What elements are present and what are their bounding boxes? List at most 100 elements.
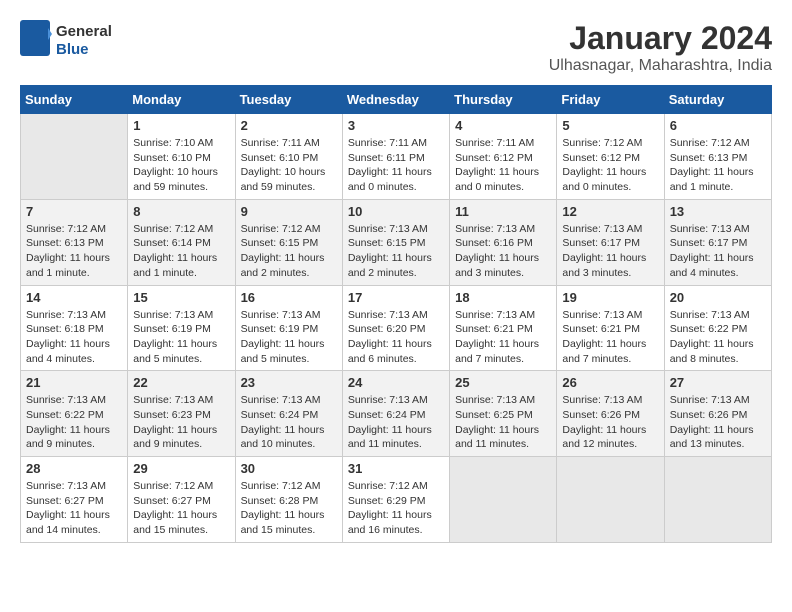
day-number: 10 [348,204,444,219]
day-info: Sunrise: 7:13 AM Sunset: 6:25 PM Dayligh… [455,393,551,452]
day-number: 9 [241,204,337,219]
day-info: Sunrise: 7:13 AM Sunset: 6:19 PM Dayligh… [133,308,229,367]
calendar-day-cell: 17Sunrise: 7:13 AM Sunset: 6:20 PM Dayli… [342,285,449,371]
calendar-table: SundayMondayTuesdayWednesdayThursdayFrid… [20,85,772,543]
day-number: 17 [348,290,444,305]
calendar-day-cell: 29 Sunrise: 7:12 AM Sunset: 6:27 PM Dayli… [128,457,235,543]
weekday-header-cell: Monday [128,86,235,114]
calendar-week-row: 1 Sunrise: 7:10 AM Sunset: 6:10 PM Daylig… [21,114,772,200]
day-info: Sunrise: 7:13 AM Sunset: 6:24 PM Dayligh… [348,393,444,452]
day-number: 23 [241,375,337,390]
day-number: 8 [133,204,229,219]
weekday-header-cell: Tuesday [235,86,342,114]
calendar-day-cell: 20 Sunrise: 7:13 AM Sunset: 6:22 PM Dayli… [664,285,771,371]
day-number: 19 [562,290,658,305]
page-header: General Blue January 2024 Ulhasnagar, Ma… [20,20,772,75]
title-block: January 2024 Ulhasnagar, Maharashtra, In… [549,20,772,75]
day-number: 6 [670,118,766,133]
calendar-day-cell: 27Sunrise: 7:13 AM Sunset: 6:26 PM Dayli… [664,371,771,457]
day-number: 29 [133,461,229,476]
day-info: Sunrise: 7:13 AM Sunset: 6:17 PM Dayligh… [562,222,658,281]
day-info: Sunrise: 7:13 AM Sunset: 6:21 PM Dayligh… [562,308,658,367]
calendar-day-cell: 24 Sunrise: 7:13 AM Sunset: 6:24 PM Dayli… [342,371,449,457]
day-number: 5 [562,118,658,133]
calendar-day-cell: 28 Sunrise: 7:13 AM Sunset: 6:27 PM Dayli… [21,457,128,543]
day-info: Sunrise: 7:13 AM Sunset: 6:22 PM Dayligh… [670,308,766,367]
calendar-week-row: 7 Sunrise: 7:12 AM Sunset: 6:13 PM Daylig… [21,199,772,285]
calendar-day-cell: 16 Sunrise: 7:13 AM Sunset: 6:19 PM Dayli… [235,285,342,371]
day-info: Sunrise: 7:13 AM Sunset: 6:18 PM Dayligh… [26,308,122,367]
calendar-day-cell: 1 Sunrise: 7:10 AM Sunset: 6:10 PM Daylig… [128,114,235,200]
day-number: 18 [455,290,551,305]
day-info: Sunrise: 7:11 AM Sunset: 6:12 PM Dayligh… [455,136,551,195]
day-info: Sunrise: 7:12 AM Sunset: 6:14 PM Dayligh… [133,222,229,281]
calendar-day-cell: 11Sunrise: 7:13 AM Sunset: 6:16 PM Dayli… [450,199,557,285]
calendar-day-cell: 14 Sunrise: 7:13 AM Sunset: 6:18 PM Dayli… [21,285,128,371]
calendar-day-cell: 9Sunrise: 7:12 AM Sunset: 6:15 PM Daylig… [235,199,342,285]
calendar-body: 1 Sunrise: 7:10 AM Sunset: 6:10 PM Daylig… [21,114,772,543]
month-title: January 2024 [549,20,772,57]
day-number: 30 [241,461,337,476]
weekday-header-cell: Sunday [21,86,128,114]
day-number: 28 [26,461,122,476]
day-info: Sunrise: 7:13 AM Sunset: 6:27 PM Dayligh… [26,479,122,538]
calendar-day-cell: 18 Sunrise: 7:13 AM Sunset: 6:21 PM Dayli… [450,285,557,371]
calendar-day-cell: 22 Sunrise: 7:13 AM Sunset: 6:23 PM Dayli… [128,371,235,457]
calendar-day-cell [21,114,128,200]
day-number: 1 [133,118,229,133]
day-info: Sunrise: 7:13 AM Sunset: 6:23 PM Dayligh… [133,393,229,452]
calendar-day-cell: 3Sunrise: 7:11 AM Sunset: 6:11 PM Daylig… [342,114,449,200]
logo-text-line1: General [56,23,112,41]
day-number: 21 [26,375,122,390]
day-number: 14 [26,290,122,305]
day-info: Sunrise: 7:13 AM Sunset: 6:21 PM Dayligh… [455,308,551,367]
day-info: Sunrise: 7:13 AM Sunset: 6:22 PM Dayligh… [26,393,122,452]
location-title: Ulhasnagar, Maharashtra, India [549,57,772,75]
day-number: 27 [670,375,766,390]
weekday-header-row: SundayMondayTuesdayWednesdayThursdayFrid… [21,86,772,114]
logo-icon [20,20,52,56]
logo: General Blue [20,20,112,61]
day-number: 7 [26,204,122,219]
day-info: Sunrise: 7:12 AM Sunset: 6:13 PM Dayligh… [670,136,766,195]
day-info: Sunrise: 7:12 AM Sunset: 6:28 PM Dayligh… [241,479,337,538]
weekday-header-cell: Thursday [450,86,557,114]
day-info: Sunrise: 7:13 AM Sunset: 6:15 PM Dayligh… [348,222,444,281]
calendar-day-cell: 19 Sunrise: 7:13 AM Sunset: 6:21 PM Dayli… [557,285,664,371]
weekday-header-cell: Wednesday [342,86,449,114]
weekday-header-cell: Saturday [664,86,771,114]
calendar-day-cell: 30 Sunrise: 7:12 AM Sunset: 6:28 PM Dayli… [235,457,342,543]
calendar-week-row: 28 Sunrise: 7:13 AM Sunset: 6:27 PM Dayli… [21,457,772,543]
day-info: Sunrise: 7:11 AM Sunset: 6:11 PM Dayligh… [348,136,444,195]
day-info: Sunrise: 7:10 AM Sunset: 6:10 PM Dayligh… [133,136,229,195]
day-number: 16 [241,290,337,305]
calendar-day-cell: 8 Sunrise: 7:12 AM Sunset: 6:14 PM Daylig… [128,199,235,285]
calendar-day-cell: 7 Sunrise: 7:12 AM Sunset: 6:13 PM Daylig… [21,199,128,285]
day-number: 4 [455,118,551,133]
day-info: Sunrise: 7:13 AM Sunset: 6:24 PM Dayligh… [241,393,337,452]
day-info: Sunrise: 7:12 AM Sunset: 6:13 PM Dayligh… [26,222,122,281]
day-number: 12 [562,204,658,219]
day-number: 25 [455,375,551,390]
calendar-day-cell: 2Sunrise: 7:11 AM Sunset: 6:10 PM Daylig… [235,114,342,200]
calendar-day-cell: 21 Sunrise: 7:13 AM Sunset: 6:22 PM Dayli… [21,371,128,457]
calendar-day-cell: 13Sunrise: 7:13 AM Sunset: 6:17 PM Dayli… [664,199,771,285]
day-number: 26 [562,375,658,390]
day-info: Sunrise: 7:13 AM Sunset: 6:17 PM Dayligh… [670,222,766,281]
day-number: 20 [670,290,766,305]
calendar-day-cell [557,457,664,543]
day-number: 22 [133,375,229,390]
day-info: Sunrise: 7:13 AM Sunset: 6:26 PM Dayligh… [562,393,658,452]
calendar-day-cell: 5Sunrise: 7:12 AM Sunset: 6:12 PM Daylig… [557,114,664,200]
calendar-day-cell [664,457,771,543]
day-number: 24 [348,375,444,390]
day-number: 15 [133,290,229,305]
day-number: 31 [348,461,444,476]
day-info: Sunrise: 7:13 AM Sunset: 6:19 PM Dayligh… [241,308,337,367]
day-info: Sunrise: 7:12 AM Sunset: 6:27 PM Dayligh… [133,479,229,538]
calendar-day-cell: 26 Sunrise: 7:13 AM Sunset: 6:26 PM Dayli… [557,371,664,457]
day-info: Sunrise: 7:13 AM Sunset: 6:16 PM Dayligh… [455,222,551,281]
calendar-day-cell: 4 Sunrise: 7:11 AM Sunset: 6:12 PM Daylig… [450,114,557,200]
day-info: Sunrise: 7:11 AM Sunset: 6:10 PM Dayligh… [241,136,337,195]
calendar-day-cell: 10 Sunrise: 7:13 AM Sunset: 6:15 PM Dayli… [342,199,449,285]
